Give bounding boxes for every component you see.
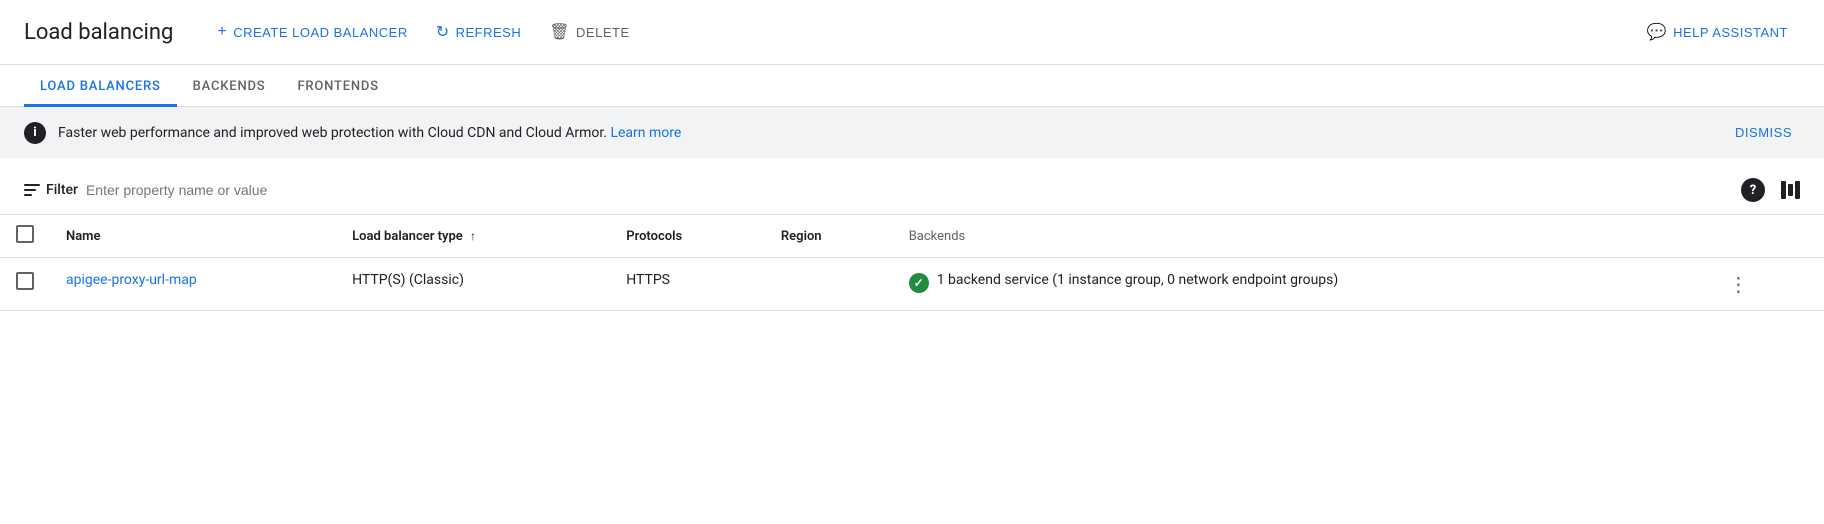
row-checkbox[interactable] xyxy=(16,272,34,290)
create-load-balancer-button[interactable]: + CREATE LOAD BALANCER xyxy=(205,17,419,47)
tab-frontends[interactable]: FRONTENDS xyxy=(281,65,394,107)
region-column-header: Region xyxy=(765,215,893,258)
lb-type-column-header[interactable]: Load balancer type ↑ xyxy=(336,215,610,258)
dismiss-button[interactable]: DISMISS xyxy=(1727,121,1800,144)
filter-label: Filter xyxy=(46,182,78,198)
info-icon: i xyxy=(24,122,46,144)
delete-button[interactable]: 🗑 DELETE xyxy=(537,16,641,48)
table-row: apigee-proxy-url-map HTTP(S) (Classic) H… xyxy=(0,258,1824,311)
page-title: Load balancing xyxy=(24,20,173,45)
filter-lines-icon xyxy=(24,184,40,196)
page-header: Load balancing + CREATE LOAD BALANCER ↻ … xyxy=(0,0,1824,65)
tab-load-balancers[interactable]: LOAD BALANCERS xyxy=(24,65,177,107)
filter-help-button[interactable]: ? xyxy=(1741,178,1765,202)
region-cell xyxy=(765,258,893,311)
filter-right-controls: ? xyxy=(1741,178,1800,202)
lb-type-cell: HTTP(S) (Classic) xyxy=(336,258,610,311)
help-assistant-button[interactable]: 💬 HELP ASSISTANT xyxy=(1635,16,1800,48)
protocols-cell: HTTPS xyxy=(610,258,765,311)
backend-status: 1 backend service (1 instance group, 0 n… xyxy=(909,272,1689,293)
filter-input[interactable] xyxy=(86,182,1733,198)
header-actions: + CREATE LOAD BALANCER ↻ REFRESH 🗑 DELET… xyxy=(205,16,1610,48)
name-cell: apigee-proxy-url-map xyxy=(50,258,336,311)
refresh-button[interactable]: ↻ REFRESH xyxy=(424,16,534,48)
tab-bar: LOAD BALANCERS BACKENDS FRONTENDS xyxy=(0,65,1824,107)
help-assistant-area: 💬 HELP ASSISTANT xyxy=(1635,16,1800,48)
row-actions-cell: ⋮ xyxy=(1704,258,1824,311)
delete-icon: 🗑 xyxy=(549,22,570,42)
select-all-checkbox[interactable] xyxy=(16,225,34,243)
name-column-header: Name xyxy=(50,215,336,258)
info-banner: i Faster web performance and improved we… xyxy=(0,107,1824,158)
help-assistant-icon: 💬 xyxy=(1647,22,1667,42)
filter-icon-group: Filter xyxy=(24,182,78,198)
lb-name-link[interactable]: apigee-proxy-url-map xyxy=(66,272,197,288)
load-balancers-table: Name Load balancer type ↑ Protocols Regi… xyxy=(0,215,1824,311)
banner-text: Faster web performance and improved web … xyxy=(58,125,1715,141)
select-all-col xyxy=(0,215,50,258)
protocols-column-header: Protocols xyxy=(610,215,765,258)
column-toggle-button[interactable] xyxy=(1781,181,1800,199)
table-header-row: Name Load balancer type ↑ Protocols Regi… xyxy=(0,215,1824,258)
sort-icon: ↑ xyxy=(470,229,476,243)
actions-col-header xyxy=(1704,215,1824,258)
backends-column-header: Backends xyxy=(893,215,1705,258)
tab-backends[interactable]: BACKENDS xyxy=(177,65,282,107)
refresh-icon: ↻ xyxy=(436,22,450,42)
learn-more-link[interactable]: Learn more xyxy=(610,125,681,141)
backend-ok-icon xyxy=(909,273,929,293)
row-checkbox-cell xyxy=(0,258,50,311)
plus-icon: + xyxy=(217,23,227,41)
backends-cell: 1 backend service (1 instance group, 0 n… xyxy=(893,258,1705,311)
row-more-button[interactable]: ⋮ xyxy=(1720,272,1756,296)
filter-bar: Filter ? xyxy=(0,166,1824,215)
